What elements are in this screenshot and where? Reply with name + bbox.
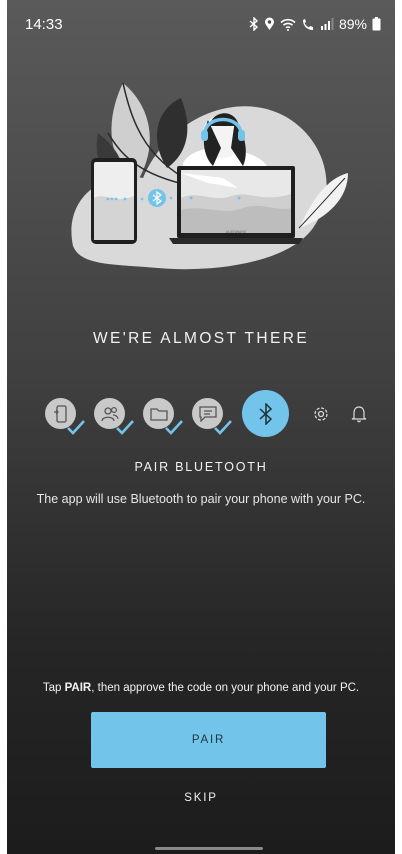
step-title: PAIR BLUETOOTH (134, 460, 268, 474)
status-icons: 89% (249, 16, 381, 32)
battery-icon (372, 17, 381, 31)
pair-button[interactable]: PAIR (91, 712, 326, 768)
step-messages (192, 398, 232, 435)
status-time: 14:33 (25, 15, 63, 33)
bell-icon (351, 406, 367, 423)
instruction-prefix: Tap (42, 682, 65, 694)
settings-icon (314, 407, 328, 421)
check-icon (116, 420, 134, 435)
status-bar: 14:33 89% (7, 0, 395, 48)
check-icon (165, 420, 183, 435)
signal-icon (320, 18, 334, 30)
skip-button[interactable]: SKIP (7, 792, 395, 804)
instruction-bold: PAIR (64, 682, 92, 694)
pairing-illustration: ALIENWARE (71, 82, 348, 270)
check-icon (67, 420, 85, 435)
step-phone-permission (45, 398, 85, 435)
battery-percent: 89% (338, 16, 367, 32)
pair-instruction: Tap PAIR, then approve the code on your … (7, 682, 395, 694)
page-title: WE'RE ALMOST THERE (92, 330, 310, 347)
screen: 14:33 89% ALIENWARE WE'RE ALMOST THERE P… (7, 0, 395, 854)
wifi-call-icon (301, 18, 315, 31)
gesture-nav-bar[interactable] (155, 847, 263, 850)
location-icon (264, 17, 275, 31)
bluetooth-status-icon (249, 17, 259, 31)
bluetooth-icon (258, 402, 272, 425)
laptop-brand: ALIENWARE (226, 230, 247, 234)
progress-steps (45, 388, 367, 438)
instruction-suffix: , then approve the code on your phone an… (91, 682, 360, 694)
step-files (143, 398, 183, 435)
step-notifications (345, 400, 373, 428)
check-icon (214, 420, 232, 435)
step-contacts (94, 398, 134, 435)
step-bluetooth (242, 390, 289, 437)
step-settings (307, 400, 335, 428)
step-description: The app will use Bluetooth to pair your … (36, 492, 366, 506)
wifi-icon (280, 18, 296, 31)
